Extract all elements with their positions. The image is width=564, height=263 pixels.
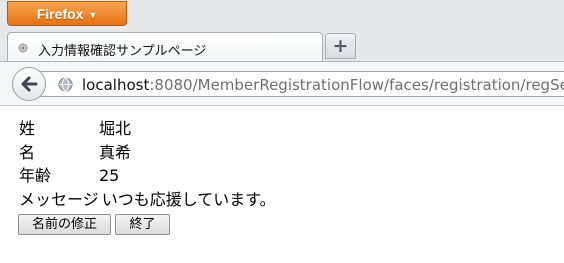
new-tab-button[interactable]: + bbox=[325, 33, 356, 59]
field-row-message: メッセージ いつも応援しています。 bbox=[19, 189, 276, 211]
firefox-menu-label: Firefox bbox=[36, 6, 84, 22]
message-value: いつも応援しています。 bbox=[101, 190, 276, 209]
page-content: 姓 堀北 名 真希 年齢 25 メッセージ いつも応援しています。 名前の修正 終… bbox=[0, 106, 564, 263]
last-name-label: 姓 bbox=[19, 119, 36, 138]
url-bar[interactable]: localhost:8080/MemberRegistrationFlow/fa… bbox=[36, 71, 564, 97]
firefox-menu-button[interactable]: Firefox ▼ bbox=[7, 1, 127, 26]
field-row-last-name: 姓 堀北 bbox=[19, 118, 131, 140]
end-button[interactable]: 終了 bbox=[115, 214, 170, 235]
age-value: 25 bbox=[99, 166, 120, 185]
edit-name-button[interactable]: 名前の修正 bbox=[18, 214, 111, 235]
title-bar: Firefox ▼ bbox=[0, 0, 564, 31]
message-label: メッセージ bbox=[19, 190, 99, 209]
age-label: 年齢 bbox=[19, 166, 52, 185]
url-text: localhost:8080/MemberRegistrationFlow/fa… bbox=[82, 76, 564, 94]
globe-icon bbox=[58, 77, 73, 92]
tab-current[interactable]: 入力情報確認サンプルページ bbox=[7, 32, 323, 63]
page-icon bbox=[18, 43, 28, 53]
back-arrow-icon bbox=[21, 76, 38, 92]
last-name-value: 堀北 bbox=[99, 119, 132, 138]
field-row-age: 年齢 25 bbox=[19, 165, 119, 187]
first-name-value: 真希 bbox=[99, 143, 132, 162]
back-button[interactable] bbox=[12, 67, 46, 101]
tab-title: 入力情報確認サンプルページ bbox=[38, 44, 207, 59]
navigation-bar: localhost:8080/MemberRegistrationFlow/fa… bbox=[0, 61, 564, 106]
dropdown-arrow-icon: ▼ bbox=[88, 10, 98, 20]
url-path: :8080/MemberRegistrationFlow/faces/regis… bbox=[149, 76, 564, 94]
field-row-first-name: 名 真希 bbox=[19, 142, 131, 164]
first-name-label: 名 bbox=[19, 143, 36, 162]
url-host: localhost bbox=[82, 76, 150, 94]
tab-strip: 入力情報確認サンプルページ + bbox=[0, 31, 564, 63]
browser-window: Firefox ▼ 入力情報確認サンプルページ + localhost:8080/… bbox=[0, 0, 564, 263]
